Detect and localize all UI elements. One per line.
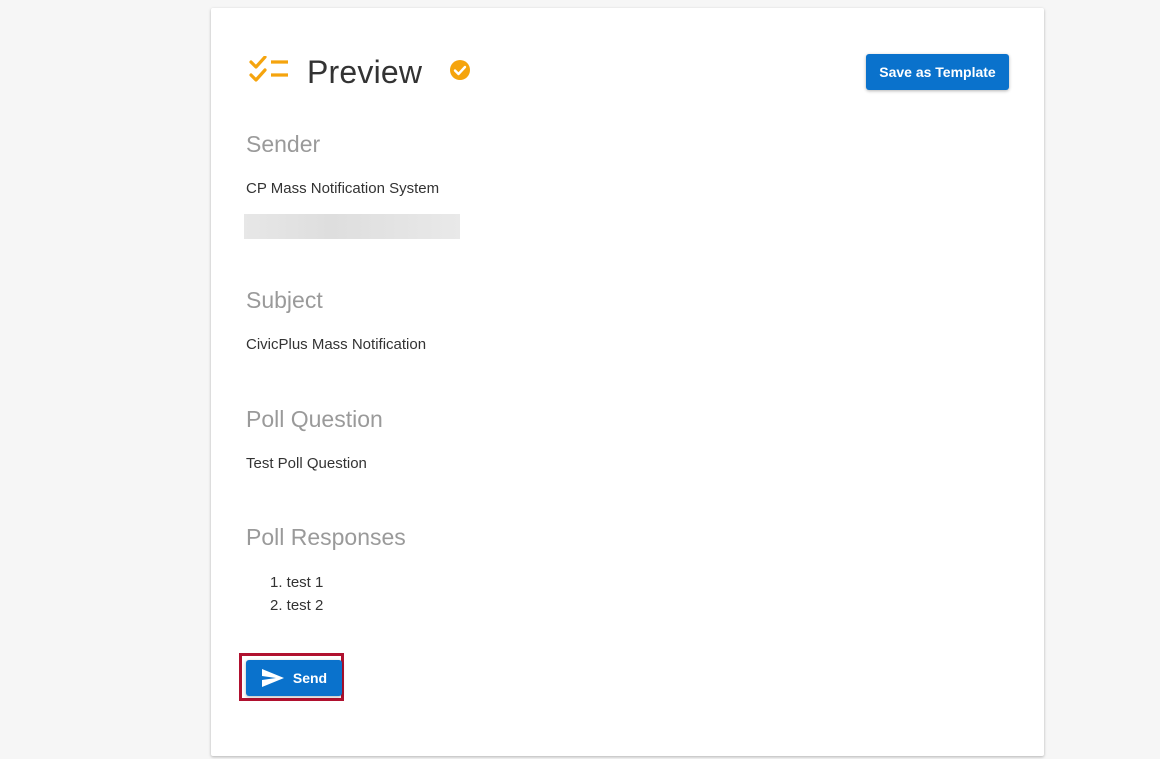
- check-circle-icon: [450, 60, 470, 80]
- page-title: Preview: [307, 54, 423, 90]
- send-button-label: Send: [292, 670, 328, 686]
- sender-value: CP Mass Notification System: [246, 180, 440, 197]
- subject-heading: Subject: [246, 287, 323, 313]
- poll-responses-list: 1. test 1 2. test 2: [270, 571, 323, 617]
- send-button[interactable]: Send: [246, 660, 342, 696]
- poll-question-value: Test Poll Question: [246, 455, 367, 472]
- checklist-icon: [249, 56, 288, 82]
- redacted-sender-detail: [244, 214, 460, 239]
- subject-value: CivicPlus Mass Notification: [246, 336, 427, 353]
- poll-responses-heading: Poll Responses: [246, 524, 406, 550]
- save-as-template-button[interactable]: Save as Template: [866, 54, 1009, 90]
- send-icon: [261, 669, 284, 687]
- list-item: 2. test 2: [270, 597, 324, 614]
- poll-question-heading: Poll Question: [246, 406, 383, 432]
- sender-heading: Sender: [246, 131, 321, 157]
- preview-card: Preview Save as Template Sender CP Mass …: [211, 8, 1044, 756]
- list-item: 1. test 1: [270, 574, 324, 591]
